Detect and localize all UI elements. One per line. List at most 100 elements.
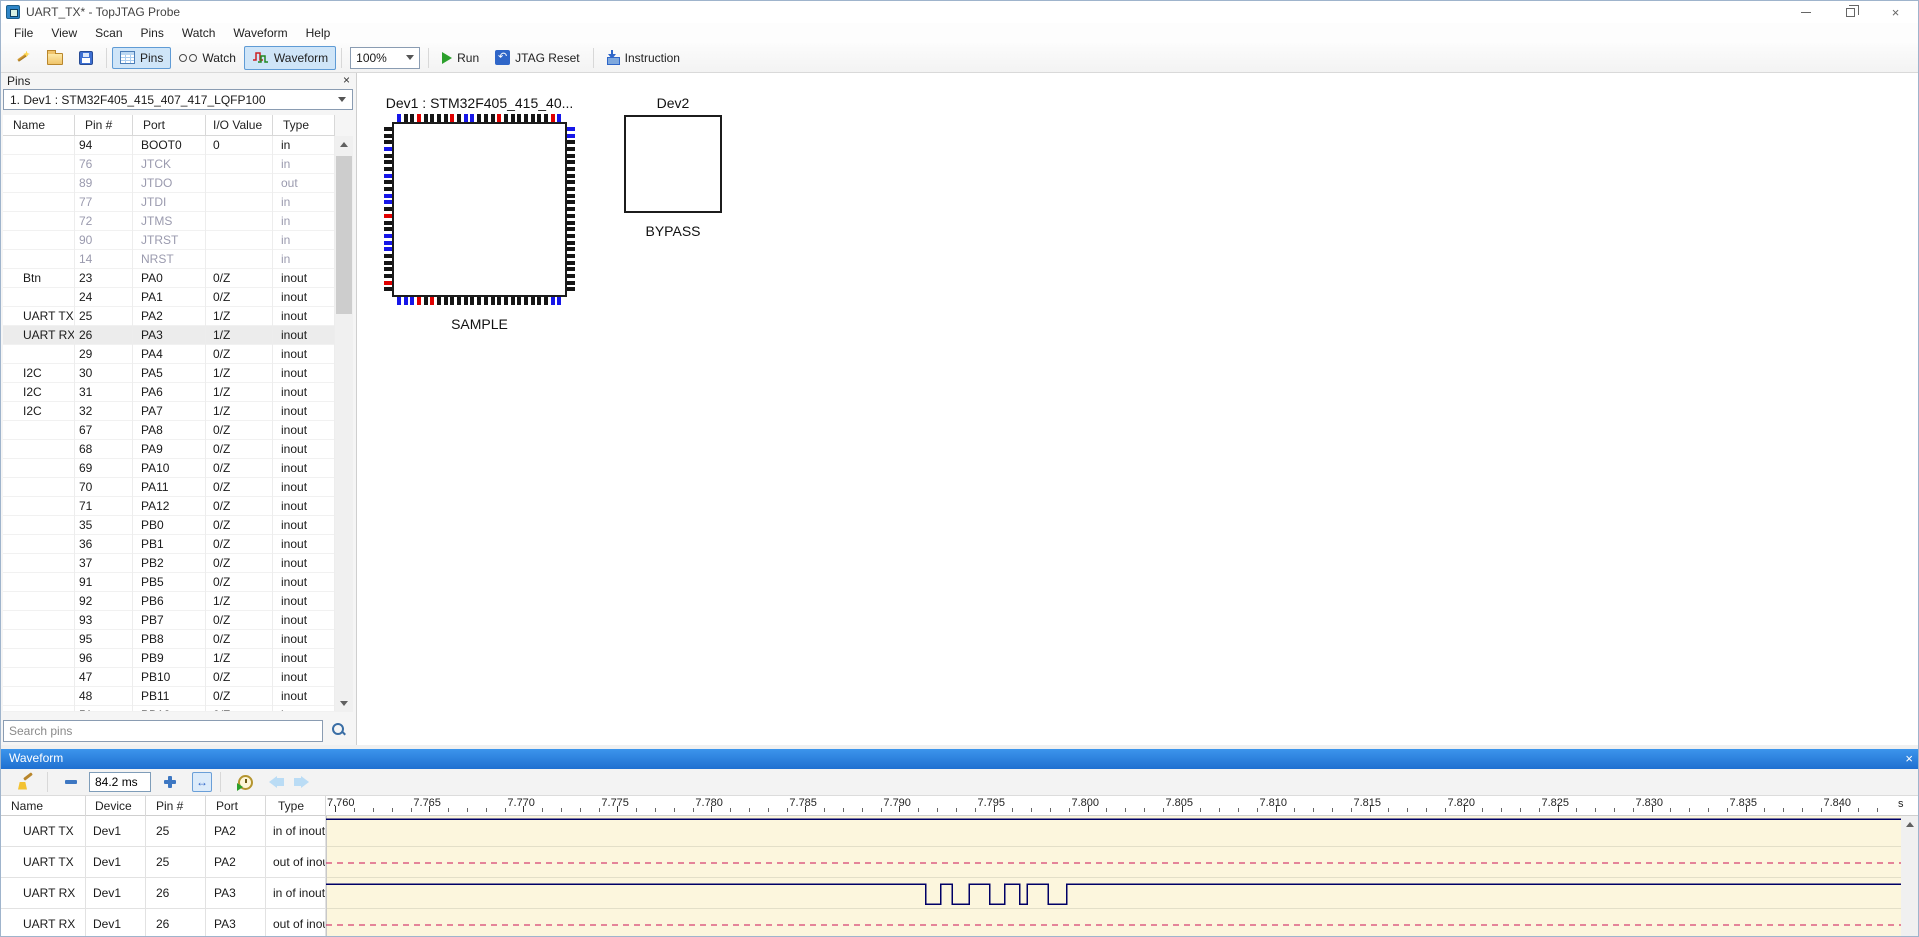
- zoom-select[interactable]: 100%: [350, 47, 420, 69]
- signal-lane[interactable]: [327, 847, 1901, 878]
- menu-view[interactable]: View: [42, 24, 86, 42]
- chip-pin[interactable]: [567, 214, 575, 218]
- scroll-up-arrow[interactable]: [335, 136, 353, 153]
- minimize-button[interactable]: [1783, 1, 1828, 23]
- pins-column-header[interactable]: I/O Value: [206, 115, 273, 136]
- time-scale-input[interactable]: [89, 772, 151, 792]
- chip-pin[interactable]: [551, 114, 555, 122]
- chip-pin[interactable]: [511, 297, 515, 305]
- pin-row-PB6[interactable]: 92PB61/Zinout: [3, 592, 335, 611]
- chip-pin[interactable]: [384, 214, 392, 218]
- chip-pin[interactable]: [557, 297, 561, 305]
- pins-panel-close-button[interactable]: ×: [343, 73, 350, 87]
- instruction-button[interactable]: Instruction: [599, 46, 688, 70]
- waveform-column-header[interactable]: Name: [1, 796, 86, 816]
- chip-pin[interactable]: [457, 114, 461, 122]
- pins-column-header[interactable]: Name: [3, 115, 75, 136]
- chip-pin[interactable]: [457, 297, 461, 305]
- chip-pin[interactable]: [430, 114, 434, 122]
- restore-button[interactable]: [1828, 1, 1873, 23]
- scroll-up-arrow[interactable]: [1901, 816, 1919, 833]
- pins-toggle-button[interactable]: Pins: [112, 47, 171, 69]
- chip-pin[interactable]: [497, 114, 501, 122]
- chip-pin[interactable]: [384, 234, 392, 238]
- pin-row-PA8[interactable]: 67PA80/Zinout: [3, 421, 335, 440]
- menu-watch[interactable]: Watch: [173, 24, 225, 42]
- pin-row-PB0[interactable]: 35PB00/Zinout: [3, 516, 335, 535]
- chip-pin[interactable]: [491, 114, 495, 122]
- pin-row-PB10[interactable]: 47PB100/Zinout: [3, 668, 335, 687]
- chip-pin[interactable]: [567, 200, 575, 204]
- chip-pin[interactable]: [384, 261, 392, 265]
- pin-row-PB9[interactable]: 96PB91/Zinout: [3, 649, 335, 668]
- chip-pin[interactable]: [384, 207, 392, 211]
- pin-row-PB1[interactable]: 36PB10/Zinout: [3, 535, 335, 554]
- chip-pin[interactable]: [384, 221, 392, 225]
- signal-lane[interactable]: [327, 909, 1901, 937]
- pin-row-PA1[interactable]: 24PA10/Zinout: [3, 288, 335, 307]
- chip-pin[interactable]: [567, 274, 575, 278]
- run-button[interactable]: Run: [434, 47, 487, 69]
- open-project-button[interactable]: [39, 47, 71, 69]
- save-project-button[interactable]: [71, 47, 101, 69]
- chip-pin[interactable]: [557, 114, 561, 122]
- waveform-column-header[interactable]: Device: [86, 796, 146, 816]
- pin-row-PA6[interactable]: I2C31PA61/Zinout: [3, 383, 335, 402]
- chip-pin[interactable]: [384, 287, 392, 291]
- chip-pin[interactable]: [404, 114, 408, 122]
- pin-row-BOOT0[interactable]: 94BOOT00in: [3, 136, 335, 155]
- pin-row-PA9[interactable]: 68PA90/Zinout: [3, 440, 335, 459]
- pin-row-PB5[interactable]: 91PB50/Zinout: [3, 573, 335, 592]
- pin-row-PA12[interactable]: 71PA120/Zinout: [3, 497, 335, 516]
- chip-pin[interactable]: [491, 297, 495, 305]
- chip-pin[interactable]: [517, 114, 521, 122]
- pin-row-PA11[interactable]: 70PA110/Zinout: [3, 478, 335, 497]
- search-input[interactable]: [3, 720, 323, 742]
- chip-pin[interactable]: [384, 194, 392, 198]
- menu-waveform[interactable]: Waveform: [224, 24, 296, 42]
- probe-wand-button[interactable]: [7, 46, 39, 70]
- go-forward-button[interactable]: [293, 776, 309, 788]
- chip-pin[interactable]: [567, 127, 575, 131]
- chip-pin[interactable]: [484, 114, 488, 122]
- chip-pin[interactable]: [477, 297, 481, 305]
- chip-pin[interactable]: [531, 114, 535, 122]
- chip-pin[interactable]: [470, 114, 474, 122]
- chip-pin[interactable]: [567, 234, 575, 238]
- chip-pin[interactable]: [551, 297, 555, 305]
- chip-pin[interactable]: [567, 281, 575, 285]
- chip-pin[interactable]: [384, 174, 392, 178]
- menu-help[interactable]: Help: [297, 24, 340, 42]
- pins-scrollbar[interactable]: [335, 136, 353, 712]
- pins-column-header[interactable]: Type: [273, 115, 335, 136]
- pin-row-JTCK[interactable]: 76JTCKin: [3, 155, 335, 174]
- chip-pin[interactable]: [567, 287, 575, 291]
- pin-row-NRST[interactable]: 14NRSTin: [3, 250, 335, 269]
- chip-pin[interactable]: [567, 180, 575, 184]
- chip-pin[interactable]: [410, 114, 414, 122]
- chip-pin[interactable]: [567, 187, 575, 191]
- chip-pin[interactable]: [504, 114, 508, 122]
- fit-width-button[interactable]: ↔: [192, 772, 212, 792]
- close-button[interactable]: ×: [1873, 1, 1918, 23]
- pin-row-JTMS[interactable]: 72JTMSin: [3, 212, 335, 231]
- chip-pin[interactable]: [410, 297, 414, 305]
- pin-row-PB7[interactable]: 93PB70/Zinout: [3, 611, 335, 630]
- waveform-scrollbar[interactable]: [1901, 816, 1919, 937]
- zoom-in-time-button[interactable]: [151, 771, 189, 793]
- chip-pin[interactable]: [444, 114, 448, 122]
- pin-row-PB11[interactable]: 48PB110/Zinout: [3, 687, 335, 706]
- zoom-out-time-button[interactable]: [53, 776, 89, 788]
- waveform-toggle-button[interactable]: Waveform: [244, 46, 336, 70]
- pin-row-JTDO[interactable]: 89JTDOout: [3, 174, 335, 193]
- dev2-chip[interactable]: [624, 115, 722, 213]
- chip-pin[interactable]: [424, 114, 428, 122]
- chip-pin[interactable]: [567, 134, 575, 138]
- pin-row-PB12[interactable]: 51PB120/Zinout: [3, 706, 335, 712]
- chip-pin[interactable]: [444, 297, 448, 305]
- chip-pin[interactable]: [484, 297, 488, 305]
- chip-pin[interactable]: [450, 114, 454, 122]
- pin-row-PB8[interactable]: 95PB80/Zinout: [3, 630, 335, 649]
- chip-pin[interactable]: [531, 297, 535, 305]
- chip-pin[interactable]: [477, 114, 481, 122]
